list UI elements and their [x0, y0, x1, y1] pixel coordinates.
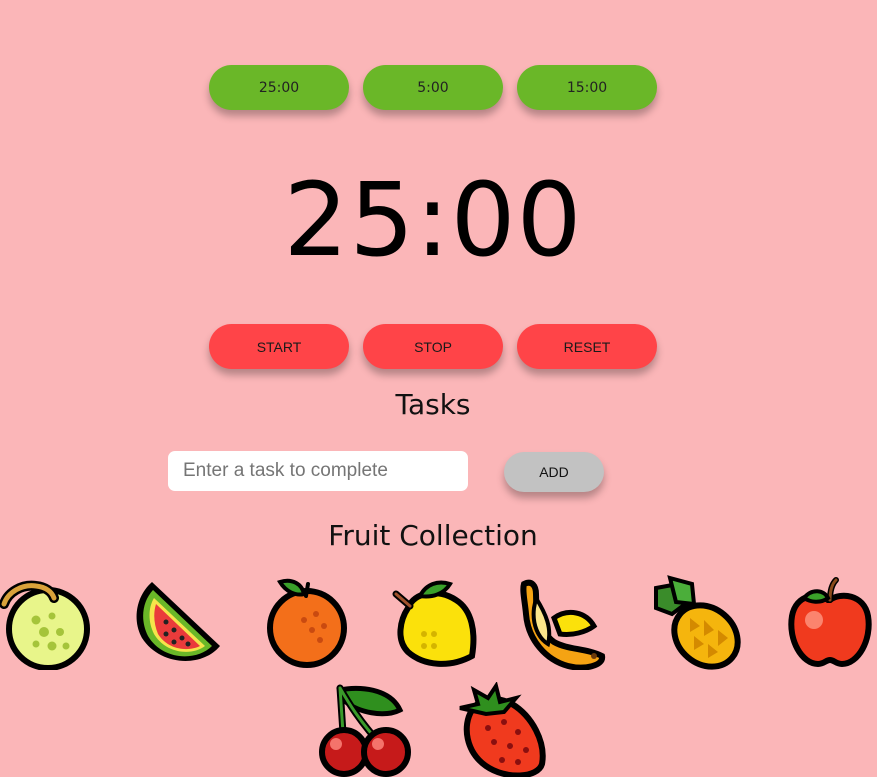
melon-icon: [0, 574, 96, 670]
tasks-heading: Tasks: [395, 388, 471, 421]
preset-15-button[interactable]: 15:00: [517, 65, 657, 110]
banana-icon: [514, 574, 610, 670]
apple-icon: [782, 574, 877, 670]
timer-display: 25:00: [283, 161, 583, 280]
orange-icon: [260, 574, 356, 670]
strawberry-icon: [452, 682, 548, 777]
preset-5-button[interactable]: 5:00: [363, 65, 503, 110]
pomodoro-app: 25:00 5:00 15:00 25:00 START STOP RESET …: [0, 0, 877, 777]
timer-controls: START STOP RESET: [209, 324, 657, 369]
stop-button[interactable]: STOP: [363, 324, 503, 369]
start-button[interactable]: START: [209, 324, 349, 369]
pineapple-icon: [648, 574, 744, 670]
fruit-collection-heading: Fruit Collection: [328, 519, 538, 552]
preset-25-button[interactable]: 25:00: [209, 65, 349, 110]
cherries-icon: [318, 682, 414, 777]
add-task-button[interactable]: ADD: [504, 452, 604, 492]
lemon-icon: [388, 574, 484, 670]
reset-button[interactable]: RESET: [517, 324, 657, 369]
watermelon-icon: [130, 574, 226, 670]
preset-buttons: 25:00 5:00 15:00: [209, 65, 657, 110]
task-input[interactable]: [168, 451, 468, 491]
